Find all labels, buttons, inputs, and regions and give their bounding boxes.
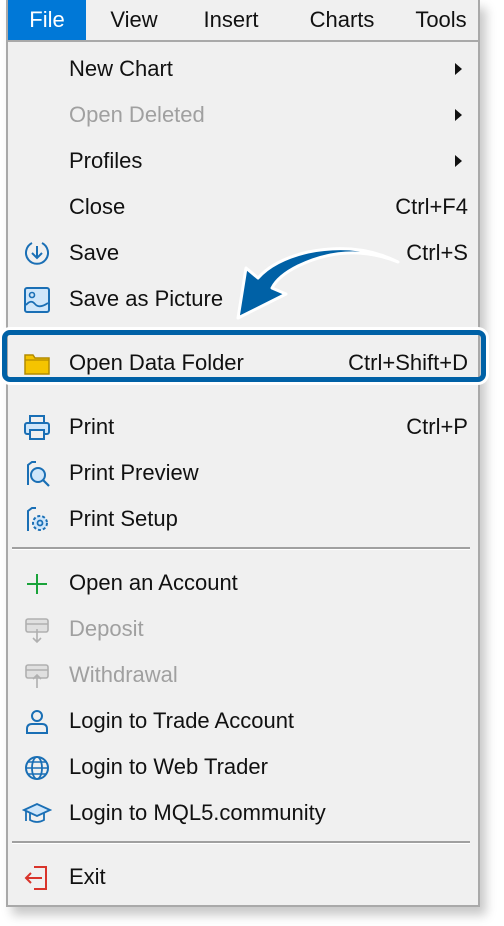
menu-item-open-deleted[interactable]: Open Deleted — [8, 92, 478, 138]
deposit-icon — [22, 615, 52, 645]
menu-item-label: Deposit — [69, 616, 144, 641]
save-icon — [22, 239, 52, 269]
shortcut-label: Ctrl+Shift+D — [348, 350, 468, 375]
menu-item-label: Withdrawal — [69, 662, 178, 687]
shortcut-label: Ctrl+F4 — [395, 194, 468, 219]
menu-tools[interactable]: Tools — [406, 0, 476, 40]
menu-item-login-mql5[interactable]: Login to MQL5.community — [8, 790, 478, 836]
user-icon — [22, 707, 52, 737]
menu-separator — [12, 841, 470, 844]
menu-item-label: Close — [69, 194, 126, 219]
plus-icon — [22, 569, 52, 599]
menu-item-print-setup[interactable]: Print Setup — [8, 496, 478, 542]
menu-item-new-chart[interactable]: New Chart — [8, 46, 478, 92]
menu-item-label: Print Preview — [69, 460, 199, 485]
print-preview-icon — [22, 459, 52, 489]
menu-item-withdrawal[interactable]: Withdrawal — [8, 652, 478, 698]
menu-item-label: Profiles — [69, 148, 143, 173]
menu-item-save-as-picture[interactable]: Save as Picture — [8, 276, 478, 322]
menu-item-label: Print — [69, 414, 115, 439]
menu-view[interactable]: View — [94, 0, 174, 40]
menu-file[interactable]: File — [8, 0, 86, 40]
folder-icon — [22, 349, 52, 379]
menu-item-label: Save as Picture — [69, 286, 224, 311]
menu-separator — [12, 547, 470, 550]
menu-item-exit[interactable]: Exit — [8, 854, 478, 900]
menu-item-label: Open Data Folder — [69, 350, 244, 375]
graduation-cap-icon — [22, 799, 52, 829]
menu-item-open-account[interactable]: Open an Account — [8, 560, 478, 606]
menu-item-print-preview[interactable]: Print Preview — [8, 450, 478, 496]
shortcut-label: Ctrl+P — [406, 414, 468, 439]
menu-item-login-web-trader[interactable]: Login to Web Trader — [8, 744, 478, 790]
menu-item-close[interactable]: Close Ctrl+F4 — [8, 184, 478, 230]
menu-insert[interactable]: Insert — [188, 0, 274, 40]
menu-item-deposit[interactable]: Deposit — [8, 606, 478, 652]
menu-item-label: Login to Web Trader — [69, 754, 268, 779]
menu-item-label: Save — [69, 240, 120, 265]
menu-item-save[interactable]: Save Ctrl+S — [8, 230, 478, 276]
mt5-window: File View Insert Charts Tools New Chart … — [6, 0, 480, 907]
menu-item-open-data-folder[interactable]: Open Data Folder Ctrl+Shift+D — [8, 340, 478, 386]
printer-icon — [22, 413, 52, 443]
menu-bar: File View Insert Charts Tools — [8, 0, 478, 42]
print-setup-icon — [22, 505, 52, 535]
menu-item-label: Exit — [69, 864, 106, 889]
submenu-arrow-icon — [455, 109, 462, 121]
menu-item-print[interactable]: Print Ctrl+P — [8, 404, 478, 450]
exit-icon — [22, 863, 52, 893]
menu-item-label: Login to MQL5.community — [69, 800, 326, 825]
picture-icon — [22, 285, 52, 315]
menu-item-profiles[interactable]: Profiles — [8, 138, 478, 184]
globe-icon — [22, 753, 52, 783]
menu-item-login-trade-account[interactable]: Login to Trade Account — [8, 698, 478, 744]
shortcut-label: Ctrl+S — [406, 240, 468, 265]
submenu-arrow-icon — [455, 63, 462, 75]
menu-item-label: Open an Account — [69, 570, 238, 595]
menu-charts[interactable]: Charts — [294, 0, 390, 40]
submenu-arrow-icon — [455, 155, 462, 167]
menu-item-label: Print Setup — [69, 506, 178, 531]
menu-item-label: Login to Trade Account — [69, 708, 295, 733]
withdrawal-icon — [22, 661, 52, 691]
menu-item-label: New Chart — [69, 56, 173, 81]
menu-item-label: Open Deleted — [69, 102, 205, 127]
